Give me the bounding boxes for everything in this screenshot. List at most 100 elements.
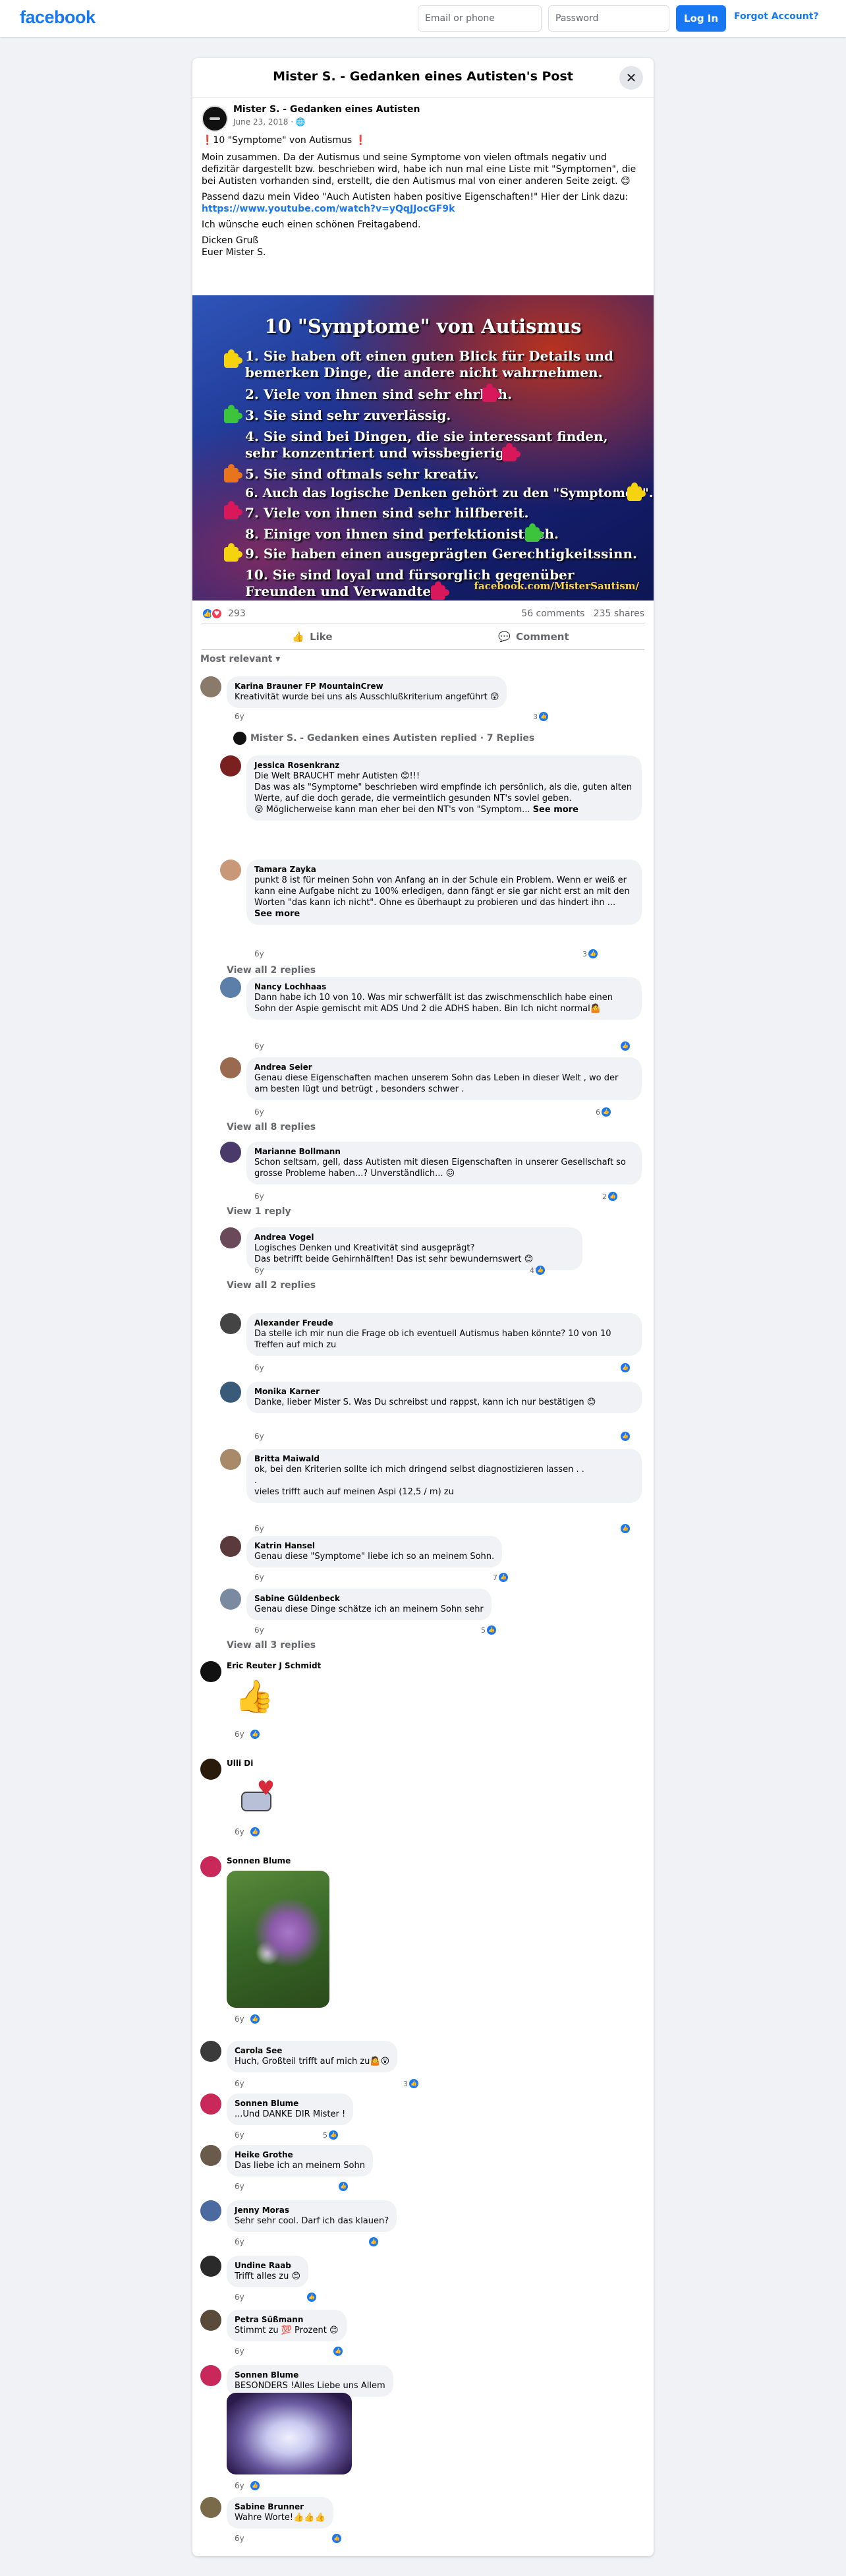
comment-reactions[interactable]: 👍 [369,2237,378,2246]
comment-reactions[interactable]: 3 👍 [582,949,598,958]
winter-scene-image[interactable] [227,2393,352,2474]
comment-author[interactable]: Monika Karner [254,1387,634,1397]
view-replies-link[interactable]: View all 2 replies [227,1280,316,1291]
comment-author[interactable]: Nancy Lochhaas [254,982,634,992]
avatar[interactable] [220,1382,241,1403]
comment-time[interactable]: 6y [235,2130,244,2140]
comment-time[interactable]: 6y [235,712,244,721]
avatar[interactable] [220,1449,241,1470]
comment-author[interactable]: Carola See [235,2046,389,2056]
author-reply-thread[interactable]: Mister S. - Gedanken eines Autisten repl… [233,732,534,745]
email-field[interactable]: Email or phone [418,5,542,32]
author-avatar[interactable] [202,105,228,132]
login-button[interactable]: Log In [676,5,726,32]
share-count[interactable]: 235 shares [594,608,644,619]
avatar[interactable] [220,860,241,881]
comment-reactions[interactable]: 👍 [307,2293,316,2302]
avatar[interactable] [200,2145,221,2166]
avatar[interactable] [200,2256,221,2277]
comment-reactions[interactable]: 4 👍 [530,1266,545,1275]
comment-author[interactable]: Petra Süßmann [235,2315,339,2325]
comment-author[interactable]: Sabine Güldenbeck [254,1594,484,1604]
comment-reactions[interactable]: 👍 [339,2182,348,2191]
comment-reactions[interactable]: 👍 [621,1432,630,1441]
comment-time[interactable]: 6y [254,1432,264,1441]
comment-author[interactable]: Jessica Rosenkranz [254,761,634,771]
comment-author[interactable]: Britta Maiwald [254,1454,634,1464]
comment-author[interactable]: Sonnen Blume [235,2370,385,2380]
comment-reactions[interactable]: 👍 [250,1730,260,1739]
comment-author[interactable]: Katrin Hansel [254,1541,494,1551]
avatar[interactable] [220,1313,241,1334]
comment-reactions[interactable]: 2 👍 [602,1192,617,1201]
comment-time[interactable]: 6y [235,2481,244,2490]
comment-time[interactable]: 6y [254,1041,264,1051]
thumbs-up-sticker[interactable]: 👍 [235,1677,274,1716]
avatar[interactable] [200,1759,221,1780]
avatar[interactable] [220,1142,241,1163]
comment-reactions[interactable]: 5 👍 [481,1625,496,1635]
comment-time[interactable]: 6y [235,2014,244,2024]
password-field[interactable]: Password [548,5,669,32]
post-date[interactable]: June 23, 2018 · 🌐 [233,117,306,127]
comment-time[interactable]: 6y [235,2237,244,2246]
comment-time[interactable]: 6y [254,1363,264,1372]
comment-author[interactable]: Andrea Seier [254,1063,634,1072]
comment-author[interactable]: Karina Brauner FP MountainCrew [235,682,499,691]
comment-time[interactable]: 6y [254,1192,264,1201]
comment-reactions[interactable]: 👍 [621,1363,630,1372]
comment-reactions[interactable]: 👍 [250,2481,260,2490]
avatar[interactable] [200,2041,221,2062]
avatar[interactable] [200,676,221,697]
facebook-logo[interactable]: facebook [20,7,96,28]
comment-button[interactable]: 💬 Comment [423,624,644,649]
comment-time[interactable]: 6y [254,1573,264,1582]
comment-time[interactable]: 6y [254,949,264,958]
comment-time[interactable]: 6y [235,1730,244,1739]
avatar[interactable] [200,1661,221,1682]
see-more-link[interactable]: See more [533,805,578,815]
view-replies-link[interactable]: View all 8 replies [227,1122,316,1132]
avatar[interactable] [220,1589,241,1610]
comment-reactions[interactable]: 3 👍 [403,2079,418,2088]
youtube-link[interactable]: https://www.youtube.com/watch?v=yQqJJocG… [202,204,455,214]
close-icon[interactable]: ✕ [619,66,643,90]
comment-author[interactable]: Alexander Freude [254,1318,634,1328]
avatar[interactable] [220,1057,241,1078]
avatar[interactable] [200,1856,221,1877]
see-more-link[interactable]: See more [254,909,300,919]
avatar[interactable] [200,2365,221,2386]
view-replies-link[interactable]: View 1 reply [227,1206,291,1217]
comment-reactions[interactable]: 5 👍 [323,2130,338,2140]
comment-author[interactable]: Tamara Zayka [254,865,634,875]
forgot-account-link[interactable]: Forgot Account? [734,11,819,22]
comment-time[interactable]: 6y [254,1107,264,1117]
reaction-count[interactable]: 293 [228,608,246,619]
avatar[interactable] [200,2093,221,2115]
like-button[interactable]: 👍 Like [202,624,423,649]
avatar[interactable] [220,1227,241,1248]
comment-reactions[interactable]: 👍 [250,1827,260,1836]
author-name[interactable]: Mister S. - Gedanken eines Autisten [233,104,420,115]
comment-time[interactable]: 6y [254,1625,264,1635]
comment-author[interactable]: Sabine Brunner [235,2502,325,2512]
view-replies-link[interactable]: View all 2 replies [227,965,316,976]
post-image[interactable]: 10 "Symptome" von Autismus 1. Sie haben … [192,295,654,600]
comment-author[interactable]: Marianne Bollmann [254,1147,634,1157]
comment-author[interactable]: Heike Grothe [235,2150,365,2160]
comment-author[interactable]: Eric Reuter J Schmidt [227,1661,321,1670]
comment-author[interactable]: Sonnen Blume [227,1856,291,1865]
avatar[interactable] [200,2497,221,2518]
avatar[interactable] [220,1536,241,1557]
comment-reactions[interactable]: 👍 [621,1524,630,1533]
comment-time[interactable]: 6y [235,2347,244,2356]
comment-reactions[interactable]: 👍 [333,2347,343,2356]
comment-author[interactable]: Jenny Moras [235,2206,389,2215]
comment-author[interactable]: Undine Raab [235,2261,300,2271]
avatar[interactable] [200,2200,221,2221]
comment-time[interactable]: 6y [235,2079,244,2088]
comment-reactions[interactable]: 👍 [250,2014,260,2024]
comment-time[interactable]: 6y [235,2182,244,2191]
comment-count[interactable]: 56 comments [521,608,584,619]
avatar[interactable] [220,977,241,998]
